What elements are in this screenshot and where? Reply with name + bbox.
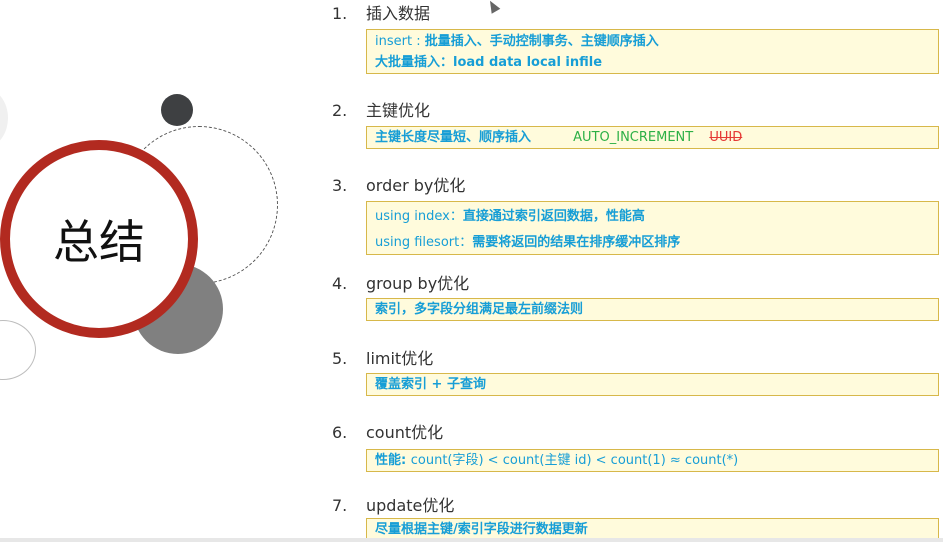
item-title: count优化 [366,423,444,442]
item-heading-2: 2. 主键优化 [332,97,430,121]
item-heading-7: 7. update优化 [332,492,454,516]
item-title: limit优化 [366,349,434,368]
item-title: update优化 [366,496,455,515]
uuid-struck-label: UUID [709,130,743,145]
item-heading-4: 4. group by优化 [332,270,469,294]
box-line: 索引，多字段分组满足最左前缀法则 [375,302,584,317]
item-number: 2. [332,101,348,120]
item-title: 主键优化 [366,101,431,120]
line-prefix: using index： [375,209,463,224]
item-box-6: 性能: count(字段) < count(主键 id) < count(1) … [366,449,939,472]
box-line: 大批量插入：load data local infile [375,55,603,70]
line-prefix: using filesort： [375,235,473,250]
item-box-3: using index：直接通过索引返回数据，性能高 using filesor… [366,201,939,255]
item-box-2: 主键长度尽量短、顺序插入 AUTO_INCREMENT UUID [366,126,939,149]
line-text: 主键长度尽量短、顺序插入 [375,130,532,145]
line-text: 直接通过索引返回数据，性能高 [462,209,645,224]
item-heading-1: 1. 插入数据 [332,0,430,24]
item-heading-6: 6. count优化 [332,419,443,443]
item-number: 3. [332,176,348,195]
item-number: 4. [332,274,348,293]
item-heading-5: 5. limit优化 [332,345,433,369]
mouse-cursor-icon [485,0,501,14]
decorative-dark-dot [161,94,193,126]
item-heading-3: 3. order by优化 [332,172,465,196]
box-line: 性能: count(字段) < count(主键 id) < count(1) … [375,450,930,471]
title-ring: 总结 [0,140,198,338]
box-line: 主键长度尽量短、顺序插入 AUTO_INCREMENT UUID [375,127,930,148]
item-number: 5. [332,349,348,368]
decorative-light-ring [0,320,36,380]
item-number: 6. [332,423,348,442]
decorative-pale-circle [0,88,8,148]
item-title: order by优化 [366,176,466,195]
item-box-4: 索引，多字段分组满足最左前缀法则 [366,298,939,321]
item-title: 插入数据 [366,4,431,23]
box-line: 覆盖索引 + 子查询 [375,377,486,392]
line-prefix: insert : [375,34,425,49]
line-text: count(字段) < count(主键 id) < count(1) ≈ co… [410,453,739,468]
item-number: 7. [332,496,348,515]
line-prefix: 性能: [375,453,411,468]
box-line: using index：直接通过索引返回数据，性能高 [375,204,930,230]
slide-title: 总结 [53,215,145,269]
line-text: 批量插入、手动控制事务、主键顺序插入 [424,34,659,49]
box-line: using filesort：需要将返回的结果在排序缓冲区排序 [375,230,930,256]
item-title: group by优化 [366,274,470,293]
item-number: 1. [332,4,348,23]
item-box-1: insert : 批量插入、手动控制事务、主键顺序插入 大批量插入：load d… [366,29,939,74]
item-box-5: 覆盖索引 + 子查询 [366,373,939,396]
box-line: insert : 批量插入、手动控制事务、主键顺序插入 [375,31,930,52]
line-text: 需要将返回的结果在排序缓冲区排序 [472,235,681,250]
auto-increment-label: AUTO_INCREMENT [573,130,694,145]
box-line: 尽量根据主键/索引字段进行数据更新 [375,522,588,537]
bottom-edge [0,538,943,542]
